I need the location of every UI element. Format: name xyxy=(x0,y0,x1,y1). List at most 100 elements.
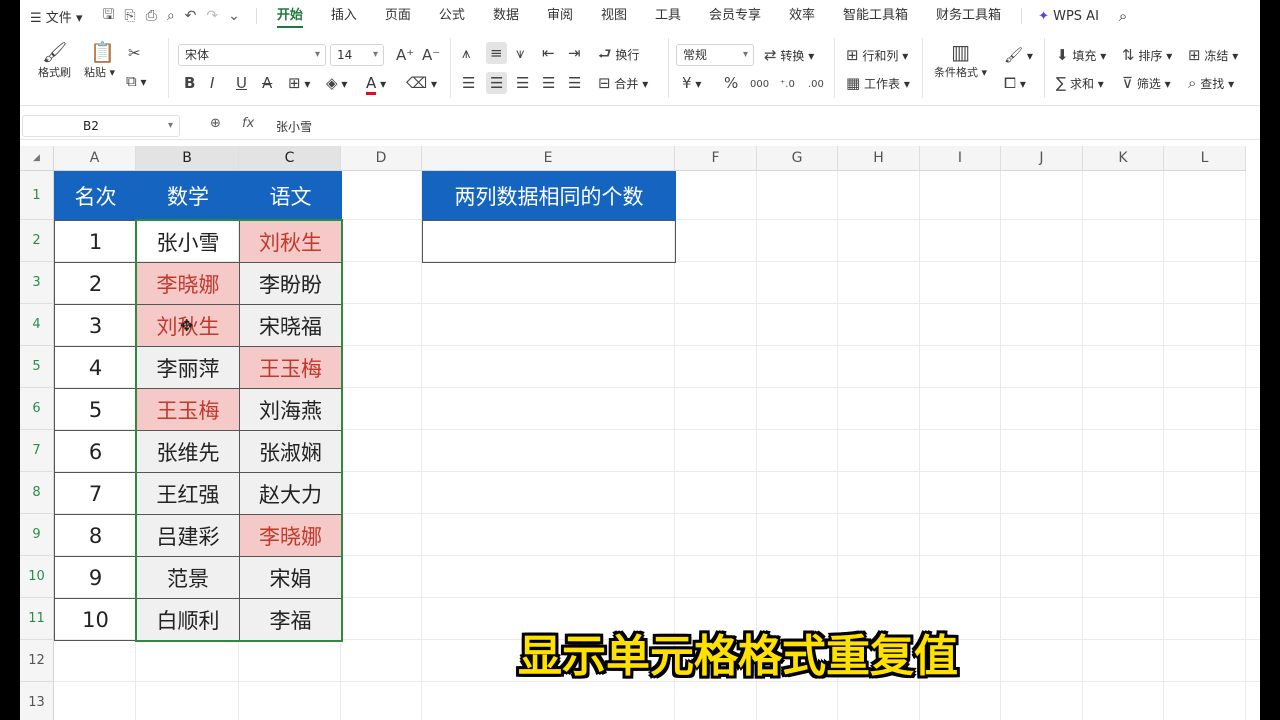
freeze-button[interactable]: ⊞ 冻结 ▾ xyxy=(1188,46,1238,64)
tab-1[interactable]: 插入 xyxy=(317,0,371,32)
row-header-9[interactable]: 9 xyxy=(20,514,54,556)
fill-button[interactable]: ⬇ 填充 ▾ xyxy=(1056,46,1106,64)
sort-button[interactable]: ⇅ 排序 ▾ xyxy=(1122,46,1172,64)
tab-9[interactable]: 效率 xyxy=(775,0,829,32)
math-cell[interactable]: 张小雪 xyxy=(136,220,240,263)
column-header-h[interactable]: H xyxy=(838,146,920,171)
rank-cell[interactable]: 9 xyxy=(54,556,137,599)
undo-icon[interactable]: ↶ xyxy=(185,8,197,24)
clear-format-icon[interactable]: ⌫ ▾ xyxy=(406,74,437,92)
chinese-cell[interactable]: 赵大力 xyxy=(239,472,342,515)
rank-cell[interactable]: 1 xyxy=(54,220,137,263)
align-bottom-icon[interactable]: ⩛ xyxy=(516,44,524,62)
math-cell[interactable]: 白顺利 xyxy=(136,598,240,641)
increase-font-icon[interactable]: A⁺ xyxy=(396,46,414,64)
chinese-cell[interactable]: 刘秋生 xyxy=(239,220,342,263)
align-top-icon[interactable]: ⩚ xyxy=(462,44,470,62)
share-icon[interactable]: ⎘ xyxy=(124,8,135,24)
rank-cell[interactable]: 4 xyxy=(54,346,137,389)
rank-cell[interactable]: 5 xyxy=(54,388,137,431)
row-header-11[interactable]: 11 xyxy=(20,598,54,640)
font-name-select[interactable]: 宋体 ▾ xyxy=(178,44,326,66)
function-icon[interactable]: fx xyxy=(242,116,254,131)
column-header-c[interactable]: C xyxy=(239,146,341,171)
column-header-d[interactable]: D xyxy=(341,146,422,171)
table-header-math[interactable]: 数学 xyxy=(136,171,240,221)
tab-4[interactable]: 数据 xyxy=(479,0,533,32)
table-header-chinese[interactable]: 语文 xyxy=(239,171,342,221)
chinese-cell[interactable]: 宋娟 xyxy=(239,556,342,599)
merge-button[interactable]: ⊟ 合并 ▾ xyxy=(598,74,648,92)
rank-cell[interactable]: 10 xyxy=(54,598,137,641)
column-header-l[interactable]: L xyxy=(1164,146,1246,171)
align-middle-icon[interactable]: ≡ xyxy=(486,42,507,64)
outdent-icon[interactable]: ⇤ xyxy=(542,44,555,62)
tab-2[interactable]: 页面 xyxy=(371,0,425,32)
print-preview-icon[interactable]: ⌕ xyxy=(167,8,175,24)
chinese-cell[interactable]: 张淑娴 xyxy=(239,430,342,473)
number-format-select[interactable]: 常规 ▾ xyxy=(676,44,754,66)
column-header-f[interactable]: F xyxy=(675,146,757,171)
cut-icon[interactable]: ✂ xyxy=(128,44,141,62)
rank-cell[interactable]: 3 xyxy=(54,304,137,347)
justify-icon[interactable]: ☰ xyxy=(542,74,555,92)
count-value-cell[interactable] xyxy=(422,220,676,263)
cell-style-icon[interactable]: 🖌 ▾ xyxy=(1004,46,1033,64)
tab-10[interactable]: 智能工具箱 xyxy=(829,0,922,32)
redo-icon[interactable]: ↷ xyxy=(206,8,218,24)
table-style-icon[interactable]: ⧠ ▾ xyxy=(1004,74,1026,92)
chinese-cell[interactable]: 李盼盼 xyxy=(239,262,342,305)
print-icon[interactable]: ⎙ xyxy=(146,8,157,24)
format-painter-button[interactable]: 🖌 格式刷 xyxy=(38,40,71,80)
column-header-j[interactable]: J xyxy=(1001,146,1083,171)
tab-8[interactable]: 会员专享 xyxy=(695,0,775,32)
row-header-1[interactable]: 1 xyxy=(20,171,54,220)
more-chevron-icon[interactable]: ⌄ xyxy=(228,8,240,24)
increase-decimal-icon[interactable]: ⁺.0 xyxy=(780,76,795,90)
row-header-12[interactable]: 12 xyxy=(20,640,54,682)
font-size-select[interactable]: 14 ▾ xyxy=(330,44,384,66)
distributed-icon[interactable]: ☰ xyxy=(568,74,581,92)
align-left-icon[interactable]: ☰ xyxy=(462,74,475,92)
math-cell[interactable]: 王红强 xyxy=(136,472,240,515)
align-right-icon[interactable]: ☰ xyxy=(516,74,529,92)
math-cell[interactable]: 张维先 xyxy=(136,430,240,473)
underline-icon[interactable]: U xyxy=(236,74,247,92)
thousands-icon[interactable]: 000 xyxy=(750,76,769,90)
wps-ai-button[interactable]: ✦ WPS AI xyxy=(1028,9,1109,24)
name-box[interactable]: B2 ▾ xyxy=(22,115,180,137)
row-header-13[interactable]: 13 xyxy=(20,682,54,720)
row-header-3[interactable]: 3 xyxy=(20,262,54,304)
tab-3[interactable]: 公式 xyxy=(425,0,479,32)
column-header-a[interactable]: A xyxy=(54,146,136,171)
select-all-corner[interactable]: ◢ xyxy=(20,146,54,171)
filter-button[interactable]: ⊽ 筛选 ▾ xyxy=(1122,74,1171,92)
indent-icon[interactable]: ⇥ xyxy=(568,44,581,62)
row-header-2[interactable]: 2 xyxy=(20,220,54,262)
decrease-font-icon[interactable]: A⁻ xyxy=(422,46,440,64)
row-header-8[interactable]: 8 xyxy=(20,472,54,514)
math-cell[interactable]: 李丽萍 xyxy=(136,346,240,389)
paste-button[interactable]: 📋 粘贴 ▾ xyxy=(84,40,115,80)
row-header-6[interactable]: 6 xyxy=(20,388,54,430)
sum-button[interactable]: ∑ 求和 ▾ xyxy=(1056,74,1104,92)
row-header-5[interactable]: 5 xyxy=(20,346,54,388)
row-header-7[interactable]: 7 xyxy=(20,430,54,472)
column-header-e[interactable]: E xyxy=(422,146,675,171)
file-menu[interactable]: ☰ 文件 ▾ xyxy=(20,7,92,26)
tab-7[interactable]: 工具 xyxy=(641,0,695,32)
chinese-cell[interactable]: 李晓娜 xyxy=(239,514,342,557)
fill-color-icon[interactable]: ◈ ▾ xyxy=(326,74,347,92)
worksheet-button[interactable]: ▦ 工作表 ▾ xyxy=(846,74,910,92)
zoom-icon[interactable]: ⊕ xyxy=(210,116,221,131)
row-header-4[interactable]: 4 xyxy=(20,304,54,346)
formula-content[interactable]: 张小雪 xyxy=(276,118,312,135)
rank-cell[interactable]: 8 xyxy=(54,514,137,557)
tab-6[interactable]: 视图 xyxy=(587,0,641,32)
strikethrough-icon[interactable]: A xyxy=(262,74,272,92)
rank-cell[interactable]: 2 xyxy=(54,262,137,305)
border-icon[interactable]: ⊞ ▾ xyxy=(288,74,310,92)
convert-button[interactable]: ⇄ 转换 ▾ xyxy=(764,46,814,64)
column-header-g[interactable]: G xyxy=(757,146,838,171)
align-center-icon[interactable]: ☰ xyxy=(486,72,508,94)
